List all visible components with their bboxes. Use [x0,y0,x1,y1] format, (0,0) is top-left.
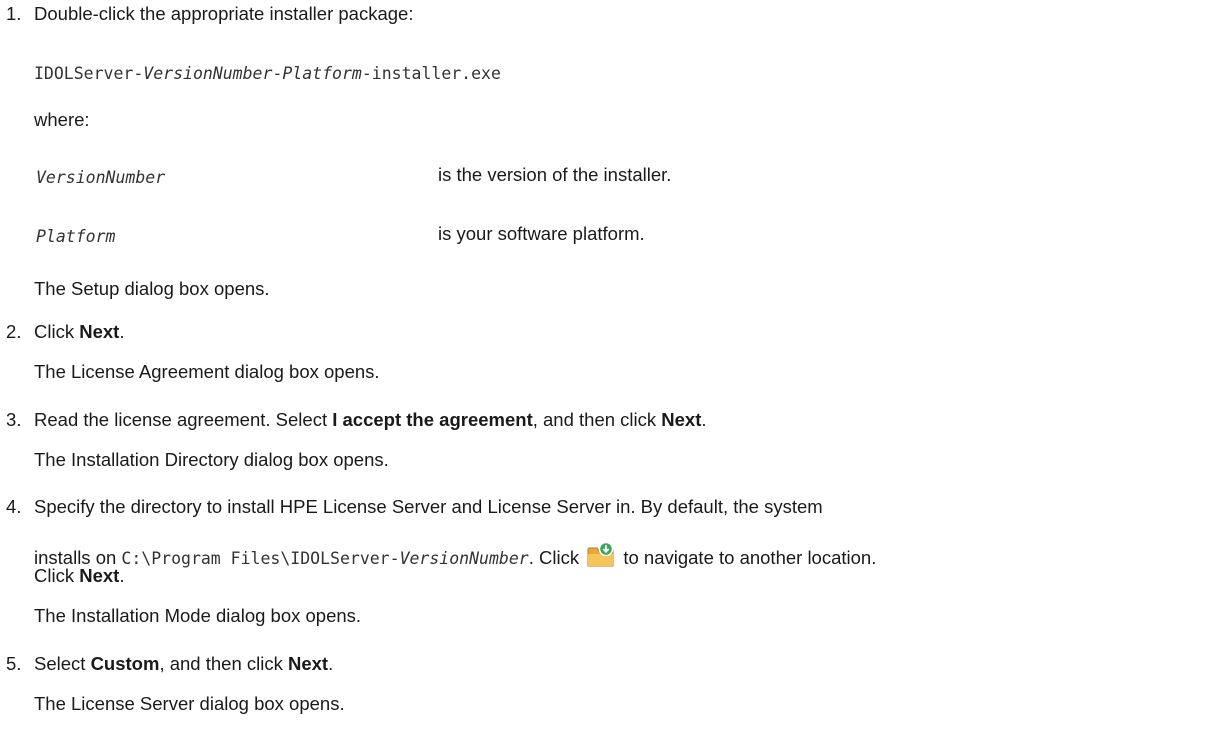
definition-term: VersionNumber [36,168,166,187]
definition-term: Platform [36,227,116,246]
where-label: where: [34,109,90,130]
step-3-result: The Installation Directory dialog box op… [34,449,389,470]
step-4-next: Click Next. [34,565,125,586]
step-4-instruction: Specify the directory to install HPE Lic… [34,496,823,517]
step-1-instruction: Double-click the appropriate installer p… [34,3,414,24]
installer-package-name: IDOLServer-VersionNumber-Platform-instal… [34,64,501,83]
step-2-number: 2. [6,321,22,342]
step-4-install-path: installs on C:\Program Files\IDOLServer-… [34,541,876,569]
step-4-number: 4. [6,496,22,517]
step-3-instruction: Read the license agreement. Select I acc… [34,409,707,430]
document: 1. Double-click the appropriate installe… [0,0,1213,736]
step-5-number: 5. [6,653,22,674]
step-3-number: 3. [6,409,22,430]
step-4-result: The Installation Mode dialog box opens. [34,605,362,626]
step-1-number: 1. [6,3,22,24]
definition-description: is the version of the installer. [438,164,672,185]
step-5-instruction: Select Custom, and then click Next. [34,653,334,674]
folder-browse-icon [587,541,615,568]
definition-description: is your software platform. [438,223,645,244]
step-2-result: The License Agreement dialog box opens. [34,361,380,382]
step-1-result: The Setup dialog box opens. [34,278,270,299]
step-2-instruction: Click Next. [34,321,125,342]
step-5-result: The License Server dialog box opens. [34,693,345,714]
